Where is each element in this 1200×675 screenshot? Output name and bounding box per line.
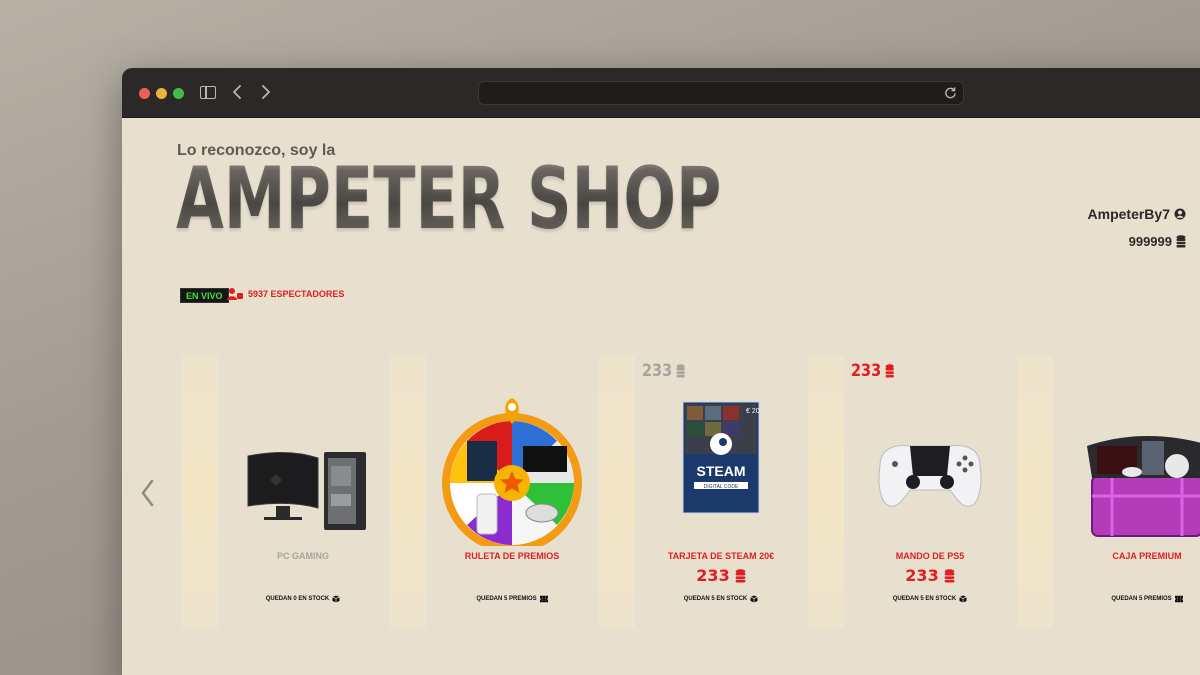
minimize-window-button[interactable] <box>156 88 167 99</box>
ticket-icon <box>1174 595 1183 603</box>
back-icon[interactable] <box>232 85 242 99</box>
close-window-button[interactable] <box>139 88 150 99</box>
product-price-top: 233 <box>851 361 894 381</box>
carousel-gap <box>182 356 218 628</box>
stock-text: QUEDAN 0 EN STOCK <box>265 596 330 602</box>
browser-titlebar <box>122 68 1200 118</box>
ticket-icon <box>539 595 548 603</box>
box-icon <box>750 595 758 603</box>
product-stock: QUEDAN 5 PREMIOS <box>1062 595 1200 603</box>
stock-text: QUEDAN 5 EN STOCK <box>892 596 957 602</box>
reload-icon[interactable] <box>944 86 957 99</box>
zoom-window-button[interactable] <box>173 88 184 99</box>
address-bar[interactable] <box>478 81 964 105</box>
viewers-icon <box>227 288 243 300</box>
price-top-text: 233 <box>851 361 882 381</box>
product-stock: QUEDAN 0 EN STOCK <box>218 595 388 603</box>
product-price: 233 <box>636 566 806 585</box>
product-title: RULETA DE PREMIOS <box>464 551 560 561</box>
page-content: Lo reconozco, soy la AMPETER SHOP EN VIV… <box>122 118 1200 675</box>
carousel-gap <box>808 356 844 628</box>
product-price: 233 <box>845 566 1015 585</box>
carousel-gap <box>1017 356 1053 628</box>
brand-title: AMPETER SHOP <box>176 149 722 249</box>
carousel-gap <box>599 356 635 628</box>
balance-value: 999999 <box>1128 234 1172 249</box>
prize-wheel-image <box>442 398 582 546</box>
premium-box-image <box>1087 436 1200 537</box>
user-icon <box>1174 208 1186 220</box>
coins-icon <box>944 568 955 582</box>
live-badge: EN VIVO <box>180 288 229 303</box>
product-stock: QUEDAN 5 PREMIOS <box>427 595 597 603</box>
product-price-top: 233 <box>642 361 685 381</box>
product-card[interactable]: CAJA PREMIUM QUEDAN 5 PREMIOS <box>1062 356 1200 628</box>
user-balance: 999999 <box>1088 234 1186 249</box>
username-text: AmpeterBy7 <box>1087 206 1170 222</box>
box-icon <box>332 595 340 603</box>
sidebar-toggle-icon[interactable] <box>200 86 216 99</box>
coins-icon <box>735 568 746 582</box>
product-card[interactable]: 233 MANDO DE PS5 233 QUEDAN 5 EN STOCK <box>845 356 1015 628</box>
stock-text: QUEDAN 5 EN STOCK <box>683 596 748 602</box>
user-panel[interactable]: AmpeterBy7 999999 <box>1088 206 1186 249</box>
username[interactable]: AmpeterBy7 <box>1088 206 1186 222</box>
ps5-controller-image <box>878 445 982 507</box>
price-top-text: 233 <box>642 361 673 381</box>
product-card[interactable]: PC GAMING QUEDAN 0 EN STOCK <box>218 356 388 628</box>
product-stock: QUEDAN 5 EN STOCK <box>845 595 1015 603</box>
viewers-count: 5937 ESPECTADORES <box>227 287 344 301</box>
price-text: 233 <box>696 566 730 585</box>
carousel-prev-button[interactable] <box>138 478 158 508</box>
forward-icon[interactable] <box>261 85 271 99</box>
pc-gaming-image <box>247 451 366 530</box>
carousel-gap <box>390 356 426 628</box>
product-title: MANDO DE PS5 <box>895 551 965 561</box>
product-title: TARJETA DE STEAM 20€ <box>667 551 775 561</box>
steam-card-image: € 20 STEAM DIGITAL CODE <box>682 401 760 514</box>
browser-window: Lo reconozco, soy la AMPETER SHOP EN VIV… <box>122 68 1200 675</box>
box-icon <box>959 595 967 603</box>
coins-icon <box>676 364 685 378</box>
coins-icon <box>885 364 894 378</box>
stock-text: QUEDAN 5 PREMIOS <box>1111 596 1172 602</box>
coins-icon <box>1176 235 1186 248</box>
stock-text: QUEDAN 5 PREMIOS <box>476 596 537 602</box>
product-title: CAJA PREMIUM <box>1112 551 1182 561</box>
svg-text:DIGITAL CODE: DIGITAL CODE <box>704 484 739 490</box>
product-title: PC GAMING <box>276 551 329 561</box>
viewers-label: 5937 ESPECTADORES <box>248 289 345 299</box>
product-stock: QUEDAN 5 EN STOCK <box>636 595 806 603</box>
product-card[interactable]: RULETA DE PREMIOS QUEDAN 5 PREMIOS <box>427 356 597 628</box>
svg-text:STEAM: STEAM <box>697 463 746 479</box>
price-text: 233 <box>905 566 939 585</box>
product-card[interactable]: 233 € 20 STEAM DIGITAL CODE TARJETA DE S… <box>636 356 806 628</box>
svg-text:€ 20: € 20 <box>746 408 760 415</box>
